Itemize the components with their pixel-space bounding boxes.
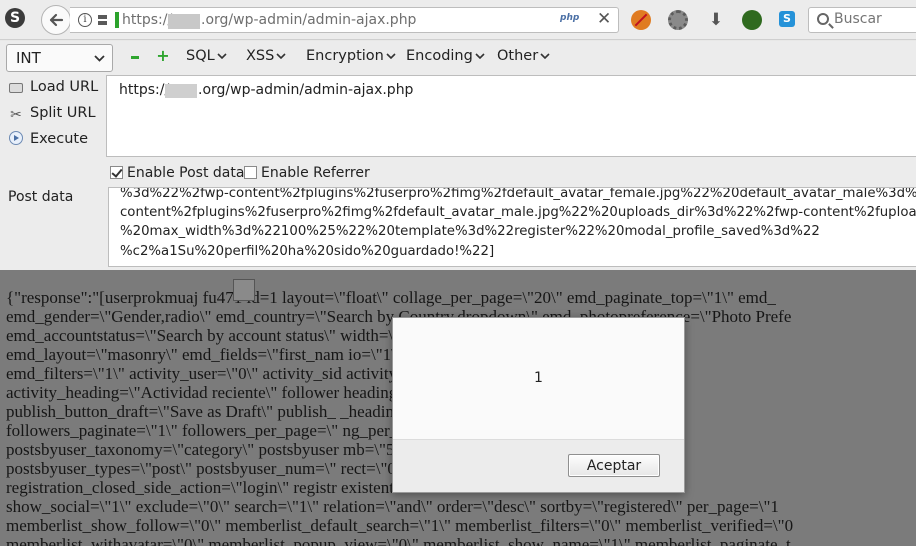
browser-toolbar: S i https:// .org/wp-admin/admin-ajax.ph… bbox=[0, 0, 916, 40]
menu-encoding-label: Encoding bbox=[406, 48, 473, 64]
load-url-button[interactable]: Load URL bbox=[9, 79, 98, 95]
menu-xss[interactable]: XSS bbox=[246, 48, 286, 64]
menu-encoding[interactable]: Encoding bbox=[406, 48, 485, 64]
content-line: memberlist_show_follow=\"0\" memberlist_… bbox=[6, 516, 794, 535]
chevron-down-icon bbox=[217, 53, 227, 60]
url-text-prefix: https:// bbox=[119, 82, 170, 98]
execute-label: Execute bbox=[30, 131, 88, 147]
security-indicator bbox=[115, 12, 119, 28]
browser-logo-icon[interactable]: S bbox=[5, 8, 25, 28]
broken-image-icon bbox=[233, 279, 255, 301]
post-data-label: Post data bbox=[8, 189, 74, 205]
post-data-line: %3d%22%2fwp-content%2fplugins%2fuserpro%… bbox=[120, 187, 916, 201]
url-path: .org/wp-admin/admin-ajax.php bbox=[201, 12, 417, 28]
menu-other-label: Other bbox=[497, 48, 539, 64]
chevron-down-icon bbox=[386, 53, 396, 60]
enable-referrer-label: Enable Referrer bbox=[261, 165, 370, 181]
reader-bars-icon bbox=[98, 13, 107, 27]
alert-message: 1 bbox=[534, 370, 543, 386]
info-icon[interactable]: i bbox=[78, 13, 92, 27]
enable-referrer-checkbox[interactable]: Enable Referrer bbox=[244, 165, 370, 181]
checkbox-unchecked-icon[interactable] bbox=[244, 166, 257, 179]
post-data-line: content%2fplugins%2fuserpro%2fimg%2fdefa… bbox=[120, 205, 916, 220]
search-icon bbox=[817, 13, 829, 25]
php-badge-icon[interactable]: php bbox=[560, 13, 579, 23]
noscript-icon[interactable] bbox=[631, 10, 651, 30]
address-bar[interactable]: i https:// .org/wp-admin/admin-ajax.php … bbox=[70, 7, 619, 33]
enable-post-label: Enable Post data bbox=[127, 165, 245, 181]
menu-sql[interactable]: SQL bbox=[186, 48, 227, 64]
scissors-icon: ✂ bbox=[10, 107, 22, 123]
redacted-domain bbox=[165, 84, 197, 98]
play-icon bbox=[9, 131, 23, 145]
content-line: memberlist_withavatar=\"0\" memberlist_p… bbox=[6, 535, 791, 546]
extension-icon[interactable] bbox=[742, 10, 762, 30]
menu-other[interactable]: Other bbox=[497, 48, 550, 64]
content-line: {"response":"[userprokmuaj fu471 id=1 la… bbox=[6, 288, 776, 307]
load-url-icon bbox=[9, 83, 23, 93]
type-select-value: INT bbox=[16, 49, 41, 67]
close-icon[interactable]: ✕ bbox=[597, 9, 611, 29]
url-text-path: .org/wp-admin/admin-ajax.php bbox=[198, 82, 414, 98]
split-url-button[interactable]: ✂ Split URL bbox=[9, 105, 96, 123]
gear-icon[interactable] bbox=[668, 10, 688, 30]
chevron-down-icon bbox=[540, 53, 550, 60]
type-select[interactable]: INT bbox=[6, 44, 113, 72]
post-data-line: %c2%a1Su%20perfil%20ha%20sido%20guardado… bbox=[120, 244, 495, 259]
menu-encryption-label: Encryption bbox=[306, 48, 384, 64]
post-data-line: %20max_width%3d%22100%25%22%20template%3… bbox=[120, 224, 820, 239]
chevron-down-icon bbox=[276, 53, 286, 60]
execute-button[interactable]: Execute bbox=[9, 131, 88, 147]
accept-button[interactable]: Aceptar bbox=[568, 454, 660, 477]
chevron-down-icon bbox=[475, 53, 485, 60]
url-textarea[interactable]: https:// .org/wp-admin/admin-ajax.php bbox=[106, 75, 916, 157]
split-url-label: Split URL bbox=[30, 105, 96, 121]
search-box[interactable] bbox=[808, 7, 916, 33]
post-data-textarea[interactable]: %3d%22%2fwp-content%2fplugins%2fuserpro%… bbox=[108, 187, 916, 267]
alert-dialog: 1 Aceptar bbox=[392, 317, 685, 493]
decrease-button[interactable] bbox=[131, 56, 139, 59]
search-input[interactable] bbox=[834, 11, 916, 27]
enable-post-checkbox[interactable]: Enable Post data bbox=[110, 165, 244, 181]
hackbar-panel: INT + SQL XSS Encryption Encoding Other … bbox=[0, 41, 916, 270]
redacted-domain bbox=[168, 14, 200, 29]
chevron-down-icon bbox=[94, 55, 105, 62]
menu-xss-label: XSS bbox=[246, 48, 275, 64]
back-arrow-icon bbox=[49, 13, 64, 27]
load-url-label: Load URL bbox=[30, 79, 99, 95]
back-button[interactable] bbox=[41, 5, 71, 35]
alert-footer: Aceptar bbox=[393, 439, 684, 492]
url-prefix: https:// bbox=[122, 12, 173, 28]
download-icon[interactable]: ⬇ bbox=[706, 10, 726, 30]
content-line: show_social=\"1\" exclude=\"0\" search=\… bbox=[6, 497, 779, 516]
menu-encryption[interactable]: Encryption bbox=[306, 48, 396, 64]
menu-sql-label: SQL bbox=[186, 48, 215, 64]
skype-icon[interactable]: S bbox=[779, 11, 795, 27]
increase-button[interactable]: + bbox=[156, 48, 170, 64]
checkbox-checked-icon[interactable] bbox=[110, 166, 123, 179]
